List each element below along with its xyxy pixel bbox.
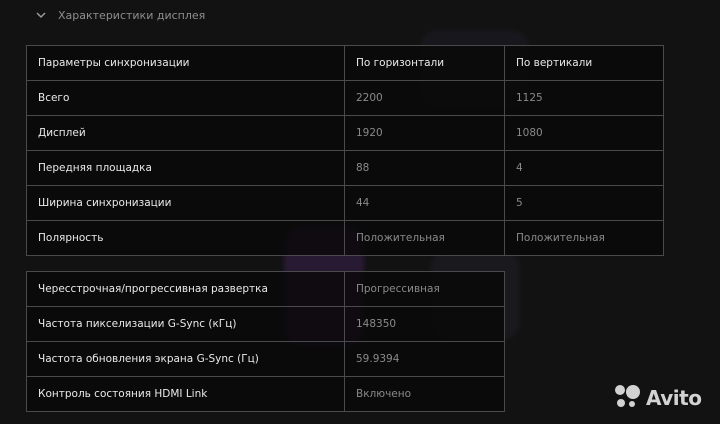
- horizontal-value: 88: [344, 150, 505, 186]
- vertical-value: Положительная: [504, 220, 664, 256]
- table-row: Передняя площадка 88 4: [26, 150, 664, 186]
- horizontal-value: Положительная: [344, 220, 505, 256]
- row-label: Всего: [26, 80, 345, 116]
- avito-wordmark: Avito: [646, 386, 702, 410]
- avito-watermark: Avito: [612, 383, 702, 413]
- horizontal-value: 2200: [344, 80, 505, 116]
- avito-logo-icon: [612, 383, 642, 413]
- vertical-value: 5: [504, 185, 664, 221]
- vertical-value: 1080: [504, 115, 664, 151]
- header-cell-parameter: Параметры синхронизации: [26, 45, 345, 81]
- row-value: Включено: [344, 376, 505, 412]
- section-title: Характеристики дисплея: [58, 8, 206, 22]
- table-row: Полярность Положительная Положительная: [26, 220, 664, 256]
- section-header[interactable]: Характеристики дисплея: [34, 4, 205, 26]
- header-cell-vertical: По вертикали: [504, 45, 664, 81]
- table-row: Частота пикселизации G-Sync (кГц) 148350: [26, 306, 505, 342]
- header-cell-horizontal: По горизонтали: [344, 45, 505, 81]
- table-row: Дисплей 1920 1080: [26, 115, 664, 151]
- horizontal-value: 44: [344, 185, 505, 221]
- row-label: Частота обновления экрана G-Sync (Гц): [26, 341, 345, 377]
- table-header-row: Параметры синхронизации По горизонтали П…: [26, 45, 664, 81]
- row-value: 148350: [344, 306, 505, 342]
- table-row: Чересстрочная/прогрессивная развертка Пр…: [26, 271, 505, 307]
- vertical-value: 1125: [504, 80, 664, 116]
- chevron-down-icon: [34, 8, 48, 22]
- horizontal-value: 1920: [344, 115, 505, 151]
- vertical-value: 4: [504, 150, 664, 186]
- table-row: Всего 2200 1125: [26, 80, 664, 116]
- row-label: Полярность: [26, 220, 345, 256]
- row-label: Контроль состояния HDMI Link: [26, 376, 345, 412]
- row-label: Частота пикселизации G-Sync (кГц): [26, 306, 345, 342]
- timing-table: Параметры синхронизации По горизонтали П…: [26, 45, 664, 256]
- row-value: 59.9394: [344, 341, 505, 377]
- row-value: Прогрессивная: [344, 271, 505, 307]
- table-row: Ширина синхронизации 44 5: [26, 185, 664, 221]
- table-row: Контроль состояния HDMI Link Включено: [26, 376, 505, 412]
- table-row: Частота обновления экрана G-Sync (Гц) 59…: [26, 341, 505, 377]
- row-label: Чересстрочная/прогрессивная развертка: [26, 271, 345, 307]
- mode-table: Чересстрочная/прогрессивная развертка Пр…: [26, 271, 505, 412]
- row-label: Дисплей: [26, 115, 345, 151]
- row-label: Ширина синхронизации: [26, 185, 345, 221]
- row-label: Передняя площадка: [26, 150, 345, 186]
